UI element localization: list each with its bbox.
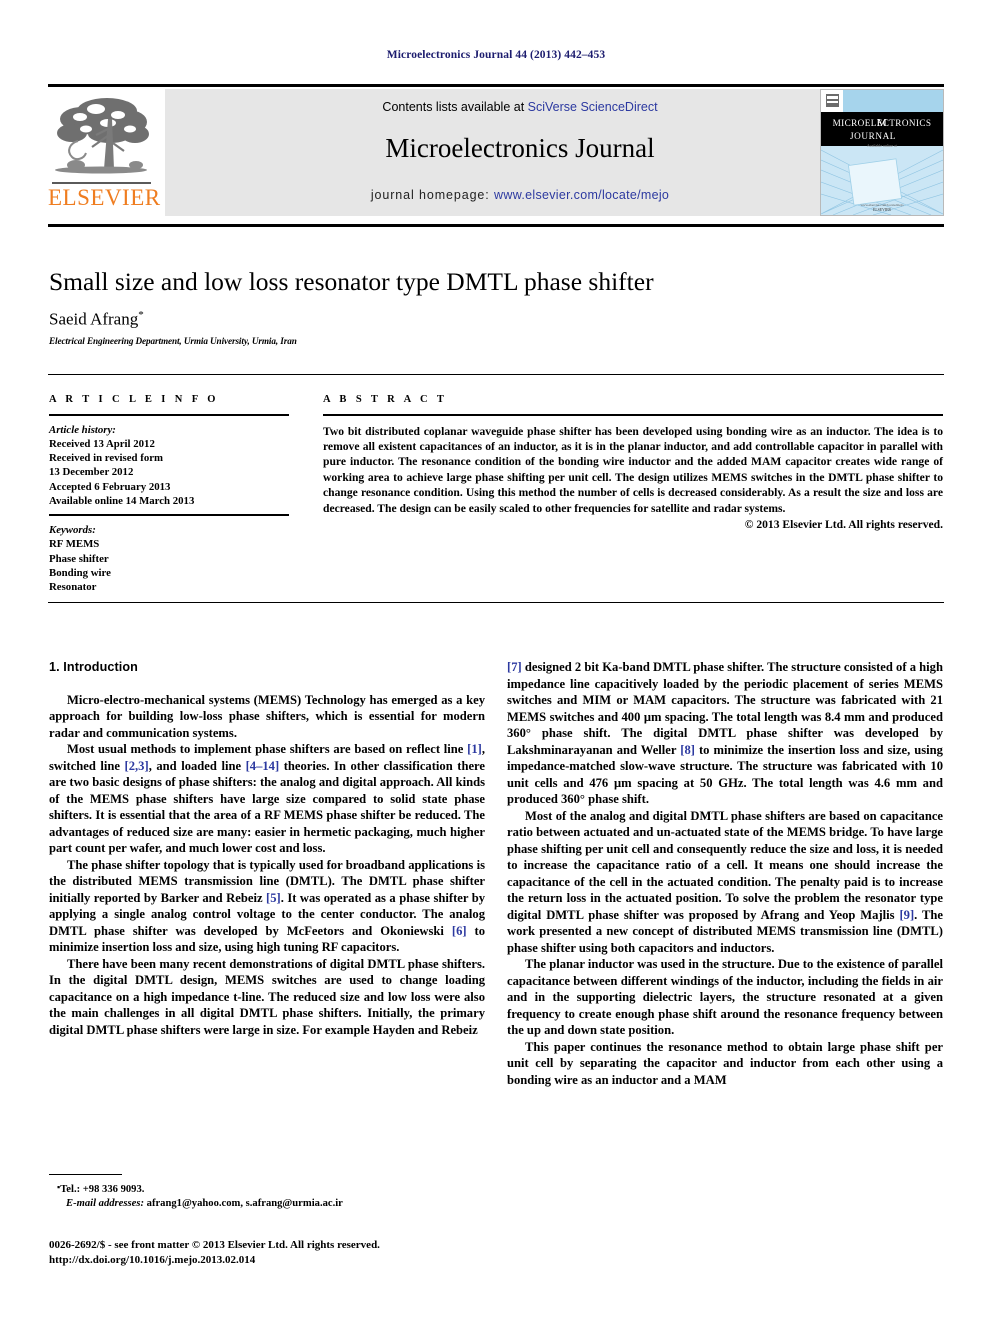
- body-paragraph: Micro-electro-mechanical systems (MEMS) …: [49, 692, 485, 740]
- history-item: Received in revised form: [49, 452, 164, 465]
- elsevier-tree-icon: [55, 98, 149, 174]
- body-paragraph: Most of the analog and digital DMTL phas…: [507, 808, 943, 955]
- svg-text:JOURNAL: JOURNAL: [850, 131, 896, 141]
- elsevier-logo: ELSEVIER: [48, 89, 161, 216]
- history-item: Received 13 April 2012: [49, 437, 155, 450]
- citation-ref[interactable]: [6]: [452, 924, 467, 938]
- abstract-text: Two bit distributed coplanar waveguide p…: [323, 424, 943, 515]
- masthead-bottom-rule: [48, 224, 944, 228]
- page-title: Small size and low loss resonator type D…: [49, 267, 654, 296]
- article-info-column: A R T I C L E I N F O Article history: R…: [49, 394, 289, 594]
- issn-line: 0026-2692/$ - see front matter © 2013 El…: [49, 1239, 380, 1251]
- sciencedirect-link[interactable]: SciVerse ScienceDirect: [528, 100, 658, 114]
- keyword-item: Resonator: [49, 581, 97, 594]
- body-paragraph: Most usual methods to implement phase sh…: [49, 742, 486, 855]
- keywords-label: Keywords:: [49, 523, 96, 536]
- footnote-email-line: E-mail addresses: afrang1@yahoo.com, s.a…: [57, 1197, 487, 1211]
- footnote-tel: Tel.: +98 336 9093.: [60, 1184, 145, 1195]
- citation-ref[interactable]: [2,3]: [125, 759, 149, 773]
- footnote-block: ▪Tel.: +98 336 9093. E-mail addresses: a…: [57, 1180, 487, 1212]
- journal-cover-art: M MICROELECTRONICS JOURNAL Available onl…: [821, 90, 943, 215]
- svg-text:Available online at: Available online at: [867, 143, 898, 148]
- abstract-rule: [323, 414, 943, 416]
- citation-ref[interactable]: [8]: [680, 743, 695, 757]
- paper-page: Microelectronics Journal 44 (2013) 442–4…: [0, 0, 992, 1323]
- history-item: Available online 14 March 2013: [49, 495, 195, 508]
- keyword-item: RF MEMS: [49, 538, 100, 551]
- abstract-column: A B S T R A C T Two bit distributed copl…: [323, 394, 943, 531]
- body-paragraph: [7] designed 2 bit Ka-band DMTL phase sh…: [507, 660, 943, 806]
- citation-ref[interactable]: [5]: [266, 891, 281, 905]
- email-addresses-label: E-mail addresses:: [66, 1198, 144, 1210]
- body-paragraph: This paper continues the resonance metho…: [507, 1039, 943, 1087]
- journal-banner: Contents lists available at SciVerse Sci…: [165, 89, 875, 216]
- top-rule: [48, 84, 944, 87]
- keyword-item: Bonding wire: [49, 566, 111, 579]
- body-paragraph: The planar inductor was used in the stru…: [507, 957, 943, 1037]
- journal-homepage-line: journal homepage: www.elsevier.com/locat…: [165, 188, 875, 202]
- journal-homepage-link[interactable]: www.elsevier.com/locate/mejo: [494, 188, 669, 202]
- author-affiliation: Electrical Engineering Department, Urmia…: [49, 336, 297, 346]
- citation-ref[interactable]: [1]: [467, 742, 482, 756]
- citation-ref[interactable]: [7]: [507, 660, 522, 674]
- info-bottom-rule: [48, 602, 944, 604]
- footnote-rule: [49, 1174, 122, 1176]
- journal-title: Microelectronics Journal: [385, 133, 655, 163]
- homepage-prefix: journal homepage:: [370, 188, 495, 202]
- body-column-left: 1. Introduction Micro-electro-mechanical…: [49, 659, 485, 1038]
- citation-ref[interactable]: [4–14]: [246, 759, 280, 773]
- body-column-right: [7] designed 2 bit Ka-band DMTL phase sh…: [507, 659, 943, 1088]
- author-name: Saeid Afrang*: [49, 309, 144, 330]
- contents-lists-line: Contents lists available at SciVerse Sci…: [165, 100, 875, 114]
- info-top-rule: [48, 374, 944, 376]
- doi-line[interactable]: http://dx.doi.org/10.1016/j.mejo.2013.02…: [49, 1253, 489, 1268]
- article-history-label: Article history:: [49, 423, 116, 436]
- journal-cover-thumbnail[interactable]: M MICROELECTRONICS JOURNAL Available onl…: [820, 89, 944, 216]
- body-paragraph: There have been many recent demonstratio…: [49, 956, 485, 1037]
- history-item: Accepted 6 February 2013: [49, 480, 171, 493]
- contents-prefix: Contents lists available at: [382, 100, 528, 114]
- running-head: Microelectronics Journal 44 (2013) 442–4…: [386, 49, 606, 61]
- issn-footer: 0026-2692/$ - see front matter © 2013 El…: [49, 1238, 489, 1268]
- email-addresses-value[interactable]: afrang1@yahoo.com, s.afrang@urmia.ac.ir: [147, 1198, 343, 1209]
- citation-ref[interactable]: [9]: [899, 908, 914, 922]
- keywords-block: Keywords: RF MEMS Phase shifter Bonding …: [49, 523, 289, 594]
- article-info-rule: [49, 414, 289, 416]
- svg-text:www.elsevier.com/locate/mejo: www.elsevier.com/locate/mejo: [860, 203, 903, 207]
- keyword-item: Phase shifter: [49, 552, 109, 565]
- article-info-heading: A R T I C L E I N F O: [49, 394, 219, 405]
- svg-text:ELSEVIER: ELSEVIER: [873, 208, 891, 212]
- keywords-rule: [49, 514, 289, 516]
- journal-masthead: ELSEVIER Contents lists available at Sci…: [48, 89, 944, 216]
- corresponding-author-marker[interactable]: *: [138, 309, 144, 321]
- elsevier-logo-rule: [52, 182, 151, 184]
- abstract-heading: A B S T R A C T: [323, 394, 448, 405]
- svg-text:MICROELECTRONICS: MICROELECTRONICS: [833, 118, 932, 128]
- history-item: 13 December 2012: [49, 466, 134, 479]
- article-history-block: Article history: Received 13 April 2012 …: [49, 423, 289, 509]
- author-label: Saeid Afrang: [49, 309, 139, 329]
- elsevier-wordmark: ELSEVIER: [48, 185, 161, 210]
- copyright-line: © 2013 Elsevier Ltd. All rights reserved…: [744, 518, 943, 532]
- section-heading-introduction: 1. Introduction: [49, 660, 138, 674]
- body-paragraph: The phase shifter topology that is typic…: [49, 857, 486, 955]
